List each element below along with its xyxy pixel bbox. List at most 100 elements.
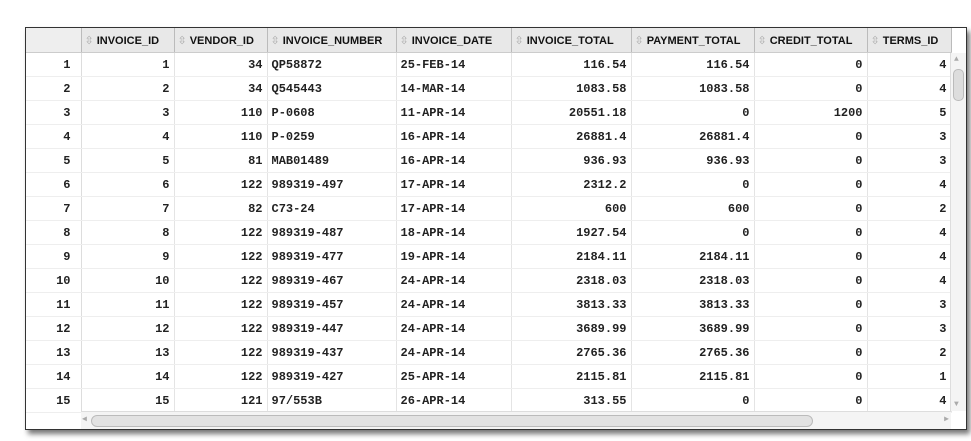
row-number[interactable]: 6	[26, 172, 82, 197]
cell-invoice-date[interactable]: 26-APR-14	[396, 388, 512, 413]
cell-terms-id[interactable]: 5	[867, 100, 952, 125]
cell-credit-total[interactable]: 0	[754, 196, 868, 221]
cell-invoice-id[interactable]: 6	[81, 172, 175, 197]
cell-credit-total[interactable]: 0	[754, 244, 868, 269]
cell-invoice-number[interactable]: QP58872	[267, 52, 397, 77]
cell-payment-total[interactable]: 2765.36	[631, 340, 755, 365]
cell-invoice-total[interactable]: 3689.99	[511, 316, 632, 341]
cell-invoice-id[interactable]: 3	[81, 100, 175, 125]
row-number[interactable]: 13	[26, 340, 82, 365]
horizontal-scroll-thumb[interactable]	[91, 415, 813, 427]
cell-invoice-date[interactable]: 16-APR-14	[396, 148, 512, 173]
cell-credit-total[interactable]: 0	[754, 52, 868, 77]
row-number[interactable]: 10	[26, 268, 82, 293]
cell-payment-total[interactable]: 3689.99	[631, 316, 755, 341]
cell-invoice-total[interactable]: 116.54	[511, 52, 632, 77]
cell-credit-total[interactable]: 0	[754, 220, 868, 245]
cell-invoice-id[interactable]: 4	[81, 124, 175, 149]
cell-vendor-id[interactable]: 34	[174, 76, 268, 101]
row-number[interactable]: 1	[26, 52, 82, 77]
cell-vendor-id[interactable]: 82	[174, 196, 268, 221]
cell-invoice-date[interactable]: 16-APR-14	[396, 124, 512, 149]
cell-vendor-id[interactable]: 122	[174, 244, 268, 269]
cell-invoice-total[interactable]: 3813.33	[511, 292, 632, 317]
cell-invoice-number[interactable]: 989319-447	[267, 316, 397, 341]
cell-invoice-date[interactable]: 24-APR-14	[396, 268, 512, 293]
cell-payment-total[interactable]: 2115.81	[631, 364, 755, 389]
table-row[interactable]: 4 4 110 P-0259 16-APR-14 26881.4 26881.4 0 3	[26, 124, 952, 149]
cell-invoice-total[interactable]: 2312.2	[511, 172, 632, 197]
cell-invoice-number[interactable]: 989319-427	[267, 364, 397, 389]
cell-invoice-total[interactable]: 1083.58	[511, 76, 632, 101]
cell-terms-id[interactable]: 1	[867, 364, 952, 389]
column-header-invoice-id[interactable]: ⇳ INVOICE_ID	[81, 28, 175, 53]
cell-payment-total[interactable]: 0	[631, 100, 755, 125]
column-header-invoice-date[interactable]: ⇳ INVOICE_DATE	[396, 28, 512, 53]
cell-vendor-id[interactable]: 121	[174, 388, 268, 413]
cell-invoice-number[interactable]: 989319-467	[267, 268, 397, 293]
table-row[interactable]: 13 13 122 989319-437 24-APR-14 2765.36 2765.36…	[26, 340, 952, 365]
row-number[interactable]: 3	[26, 100, 82, 125]
cell-invoice-date[interactable]: 24-APR-14	[396, 292, 512, 317]
cell-terms-id[interactable]: 4	[867, 244, 952, 269]
cell-invoice-number[interactable]: 989319-457	[267, 292, 397, 317]
table-row[interactable]: 10 10 122 989319-467 24-APR-14 2318.03 2318.03…	[26, 268, 952, 293]
row-number[interactable]: 2	[26, 76, 82, 101]
sort-icon[interactable]: ⇳	[85, 35, 94, 47]
cell-invoice-number[interactable]: C73-24	[267, 196, 397, 221]
table-row[interactable]: 11 11 122 989319-457 24-APR-14 3813.33 3813.33…	[26, 292, 952, 317]
cell-credit-total[interactable]: 0	[754, 316, 868, 341]
cell-invoice-total[interactable]: 1927.54	[511, 220, 632, 245]
cell-terms-id[interactable]: 4	[867, 76, 952, 101]
cell-vendor-id[interactable]: 34	[174, 52, 268, 77]
cell-payment-total[interactable]: 2318.03	[631, 268, 755, 293]
cell-vendor-id[interactable]: 122	[174, 172, 268, 197]
row-number[interactable]: 14	[26, 364, 82, 389]
cell-vendor-id[interactable]: 110	[174, 100, 268, 125]
row-number[interactable]: 8	[26, 220, 82, 245]
sort-icon[interactable]: ⇳	[271, 35, 280, 47]
cell-vendor-id[interactable]: 122	[174, 268, 268, 293]
cell-credit-total[interactable]: 0	[754, 148, 868, 173]
cell-invoice-id[interactable]: 2	[81, 76, 175, 101]
row-number[interactable]: 15	[26, 388, 82, 413]
cell-invoice-total[interactable]: 2765.36	[511, 340, 632, 365]
row-number[interactable]: 11	[26, 292, 82, 317]
table-row[interactable]: 1 1 34 QP58872 25-FEB-14 116.54 116.54 0 4	[26, 52, 952, 77]
cell-invoice-total[interactable]: 936.93	[511, 148, 632, 173]
cell-invoice-id[interactable]: 8	[81, 220, 175, 245]
cell-terms-id[interactable]: 4	[867, 268, 952, 293]
cell-credit-total[interactable]: 0	[754, 292, 868, 317]
cell-vendor-id[interactable]: 110	[174, 124, 268, 149]
sort-icon[interactable]: ⇳	[178, 35, 187, 47]
cell-invoice-date[interactable]: 17-APR-14	[396, 172, 512, 197]
cell-terms-id[interactable]: 4	[867, 172, 952, 197]
table-row[interactable]: 3 3 110 P-0608 11-APR-14 20551.18 0 1200 5	[26, 100, 952, 125]
cell-invoice-number[interactable]: 97/553B	[267, 388, 397, 413]
row-number[interactable]: 4	[26, 124, 82, 149]
cell-payment-total[interactable]: 0	[631, 388, 755, 413]
row-number[interactable]: 12	[26, 316, 82, 341]
cell-invoice-total[interactable]: 313.55	[511, 388, 632, 413]
cell-credit-total[interactable]: 1200	[754, 100, 868, 125]
scroll-right-icon[interactable]: ▶	[944, 414, 949, 424]
cell-credit-total[interactable]: 0	[754, 124, 868, 149]
cell-terms-id[interactable]: 3	[867, 124, 952, 149]
cell-invoice-date[interactable]: 11-APR-14	[396, 100, 512, 125]
cell-credit-total[interactable]: 0	[754, 364, 868, 389]
cell-invoice-date[interactable]: 18-APR-14	[396, 220, 512, 245]
column-header-invoice-number[interactable]: ⇳ INVOICE_NUMBER	[267, 28, 397, 53]
cell-invoice-total[interactable]: 20551.18	[511, 100, 632, 125]
row-number[interactable]: 7	[26, 196, 82, 221]
cell-invoice-id[interactable]: 10	[81, 268, 175, 293]
cell-invoice-id[interactable]: 14	[81, 364, 175, 389]
cell-invoice-number[interactable]: 989319-487	[267, 220, 397, 245]
cell-payment-total[interactable]: 1083.58	[631, 76, 755, 101]
cell-payment-total[interactable]: 3813.33	[631, 292, 755, 317]
column-header-vendor-id[interactable]: ⇳ VENDOR_ID	[174, 28, 268, 53]
cell-invoice-number[interactable]: Q545443	[267, 76, 397, 101]
cell-payment-total[interactable]: 26881.4	[631, 124, 755, 149]
cell-invoice-number[interactable]: 989319-437	[267, 340, 397, 365]
column-header-invoice-total[interactable]: ⇳ INVOICE_TOTAL	[511, 28, 632, 53]
cell-payment-total[interactable]: 116.54	[631, 52, 755, 77]
